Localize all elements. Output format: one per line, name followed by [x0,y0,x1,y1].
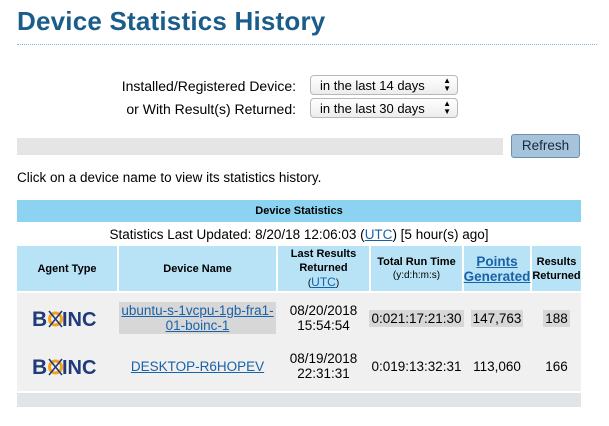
boinc-logo-icon: B INC [32,308,96,331]
header-last-results: Last Results Returned (UTC) [278,246,369,291]
run-time-cell: 0:021:17:21:30 [369,309,464,327]
table-caption: Device Statistics [17,200,581,222]
header-total-run-time: Total Run Time (y:d:h:m:s) [371,246,462,291]
boinc-logo-icon: B INC [32,356,96,379]
device-name-link[interactable]: ubuntu-s-1vcpu-1gb-fra1-01-boinc-1 [119,302,276,334]
installed-filter-select[interactable]: in the last 14 days ▲ ▼ [310,75,458,95]
installed-filter-row: Installed/Registered Device: in the last… [0,75,609,97]
results-cell: 166 [545,358,568,374]
svg-text:B: B [32,308,47,331]
points-sort-link[interactable]: Points [476,254,517,269]
returned-filter-label: or With Result(s) Returned: [126,101,296,117]
select-arrows-icon: ▲ ▼ [443,76,451,93]
filter-divider-bar [17,138,503,155]
points-cell: 113,060 [473,358,521,374]
table-row: B INC ubuntu-s-1vcpu-1gb-fra1-01-boinc-1… [17,293,581,343]
results-cell: 188 [543,309,570,327]
svg-text:INC: INC [62,357,96,379]
svg-text:INC: INC [62,309,96,331]
last-returned-cell: 08/19/2018 22:31:31 [289,351,358,381]
agent-type-cell: B INC [17,341,117,391]
installed-filter-value: in the last 14 days [320,78,425,93]
returned-filter-row: or With Result(s) Returned: in the last … [0,98,609,120]
header-agent-type: Agent Type [17,246,117,291]
select-arrows-icon: ▲ ▼ [443,99,451,116]
page-title: Device Statistics History [17,6,326,36]
device-name-cell: ubuntu-s-1vcpu-1gb-fra1-01-boinc-1 [119,293,276,343]
instruction-text: Click on a device name to view its stati… [17,170,322,185]
returned-filter-value: in the last 30 days [320,101,425,116]
last-updated-text: Statistics Last Updated: 8/20/18 12:06:0… [109,227,489,242]
table-footer [17,393,581,407]
device-name-cell: DESKTOP-R6HOPEV [119,341,276,391]
refresh-button[interactable]: Refresh [511,134,580,158]
device-name-link[interactable]: DESKTOP-R6HOPEV [131,359,264,374]
run-time-cell: 0:019:13:32:31 [371,358,462,374]
header-utc-link[interactable]: UTC [311,275,336,289]
svg-text:B: B [32,356,47,379]
table-row: B INC DESKTOP-R6HOPEV 08/19/2018 22:31:3… [17,341,581,391]
header-results-returned: Results Returned [532,246,581,291]
header-device-name: Device Name [119,246,276,291]
agent-type-cell: B INC [17,293,117,343]
header-points-generated[interactable]: Points Generated [464,246,530,291]
last-returned-cell: 08/20/2018 15:54:54 [289,303,358,333]
returned-filter-select[interactable]: in the last 30 days ▲ ▼ [310,98,458,118]
utc-link[interactable]: UTC [365,227,393,242]
installed-filter-label: Installed/Registered Device: [121,78,296,94]
points-cell: 147,763 [470,309,524,327]
title-divider [17,44,597,45]
